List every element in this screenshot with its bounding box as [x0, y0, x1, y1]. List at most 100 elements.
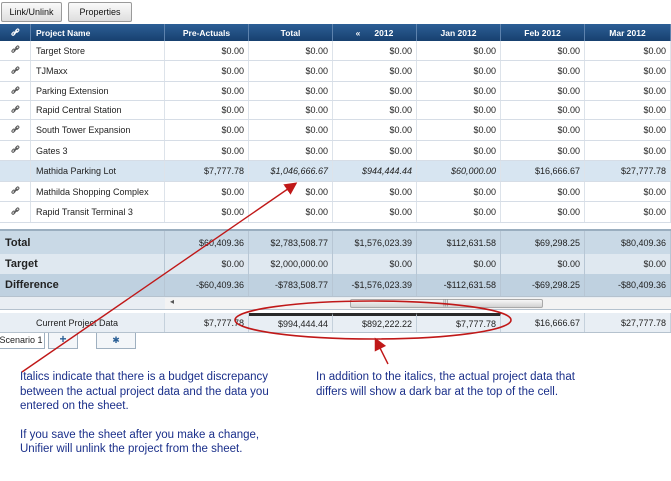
value-cell[interactable]: $0.00 — [585, 101, 671, 119]
value-cell[interactable]: $0.00 — [249, 202, 333, 222]
project-name-header[interactable]: Project Name — [31, 24, 165, 41]
project-name-cell[interactable]: South Tower Expansion — [31, 120, 165, 140]
table-row[interactable]: Rapid Transit Terminal 3 $0.00 $0.00 $0.00 $… — [0, 202, 671, 223]
value-cell[interactable]: $0.00 — [333, 120, 417, 140]
value-cell[interactable]: $0.00 — [249, 101, 333, 119]
scrollbar-thumb[interactable]: ||| — [350, 299, 543, 308]
link-icon[interactable] — [10, 124, 20, 136]
link-cell[interactable] — [0, 141, 31, 160]
value-cell[interactable]: $0.00 — [417, 202, 501, 222]
value-cell[interactable]: $0.00 — [501, 82, 585, 100]
link-icon[interactable] — [10, 104, 20, 116]
project-name-cell[interactable]: Gates 3 — [31, 141, 165, 160]
value-cell[interactable]: $0.00 — [417, 182, 501, 201]
value-cell[interactable]: $0.00 — [501, 41, 585, 60]
link-cell[interactable] — [0, 202, 31, 222]
link-cell[interactable] — [0, 41, 31, 60]
link-cell[interactable] — [0, 101, 31, 119]
table-row[interactable]: Parking Extension $0.00 $0.00 $0.00 $0.00 $0.… — [0, 82, 671, 101]
value-cell[interactable]: $0.00 — [249, 141, 333, 160]
horizontal-scrollbar[interactable]: ◂ ||| — [0, 296, 671, 310]
value-cell[interactable]: $0.00 — [165, 182, 249, 201]
value-cell[interactable]: $0.00 — [501, 202, 585, 222]
total-header[interactable]: Total — [249, 24, 333, 41]
value-cell[interactable]: $7,777.78 — [165, 161, 249, 181]
value-cell[interactable]: $1,046,666.67 — [249, 161, 333, 181]
link-cell[interactable] — [0, 61, 31, 81]
value-cell[interactable]: $0.00 — [165, 120, 249, 140]
value-cell[interactable]: $0.00 — [333, 101, 417, 119]
link-column-header[interactable] — [0, 24, 31, 41]
value-cell[interactable]: $0.00 — [165, 41, 249, 60]
link-cell[interactable] — [0, 161, 31, 181]
value-cell[interactable]: $16,666.67 — [501, 161, 585, 181]
table-row[interactable]: Target Store $0.00 $0.00 $0.00 $0.00 $0.00 $0.… — [0, 41, 671, 61]
project-name-cell[interactable]: Parking Extension — [31, 82, 165, 100]
value-cell[interactable]: $0.00 — [165, 82, 249, 100]
value-cell[interactable]: $0.00 — [165, 141, 249, 160]
link-icon[interactable] — [10, 45, 20, 56]
feb-2012-header[interactable]: Feb 2012 — [501, 24, 585, 41]
value-cell[interactable]: $0.00 — [585, 120, 671, 140]
mar-2012-header[interactable]: Mar 2012 — [585, 24, 671, 41]
value-cell[interactable]: $0.00 — [585, 61, 671, 81]
value-cell[interactable]: $0.00 — [249, 61, 333, 81]
link-icon[interactable] — [10, 186, 20, 197]
link-cell[interactable] — [0, 182, 31, 201]
table-row[interactable]: South Tower Expansion $0.00 $0.00 $0.00 $0.0… — [0, 120, 671, 141]
value-cell[interactable]: $0.00 — [585, 182, 671, 201]
value-cell[interactable]: $0.00 — [501, 61, 585, 81]
properties-button[interactable]: Properties — [68, 2, 132, 22]
value-cell[interactable]: $0.00 — [501, 182, 585, 201]
value-cell[interactable]: $0.00 — [333, 182, 417, 201]
value-cell[interactable]: $0.00 — [165, 101, 249, 119]
scroll-left-icon[interactable]: ◂ — [170, 297, 174, 306]
value-cell[interactable]: $0.00 — [585, 141, 671, 160]
pre-actuals-header[interactable]: Pre-Actuals — [165, 24, 249, 41]
project-name-cell[interactable]: Mathilda Shopping Complex — [31, 182, 165, 201]
value-cell[interactable]: $27,777.78 — [585, 161, 671, 181]
table-row[interactable]: Gates 3 $0.00 $0.00 $0.00 $0.00 $0.00 $0.00 — [0, 141, 671, 161]
project-name-cell[interactable]: TJMaxx — [31, 61, 165, 81]
project-name-cell[interactable]: Rapid Transit Terminal 3 — [31, 202, 165, 222]
project-name-cell[interactable]: Rapid Central Station — [31, 101, 165, 119]
value-cell[interactable]: $0.00 — [501, 120, 585, 140]
table-row[interactable]: Mathilda Shopping Complex $0.00 $0.00 $0.00… — [0, 182, 671, 202]
link-cell[interactable] — [0, 82, 31, 100]
value-cell[interactable]: $0.00 — [333, 202, 417, 222]
value-cell[interactable]: $0.00 — [333, 141, 417, 160]
value-cell[interactable]: $0.00 — [501, 141, 585, 160]
value-cell[interactable]: $0.00 — [585, 41, 671, 60]
value-cell[interactable]: $0.00 — [417, 41, 501, 60]
table-row[interactable]: Rapid Central Station $0.00 $0.00 $0.00 $0.0… — [0, 101, 671, 120]
value-cell[interactable]: $0.00 — [249, 182, 333, 201]
value-cell[interactable]: $0.00 — [417, 120, 501, 140]
value-cell[interactable]: $0.00 — [165, 61, 249, 81]
link-icon[interactable] — [10, 206, 20, 218]
jan-2012-header[interactable]: Jan 2012 — [417, 24, 501, 41]
value-cell[interactable]: $60,000.00 — [417, 161, 501, 181]
value-cell[interactable]: $0.00 — [585, 82, 671, 100]
value-cell[interactable]: $0.00 — [417, 61, 501, 81]
tab-scenario-1[interactable]: Scenario 1 — [0, 333, 45, 349]
value-cell[interactable]: $0.00 — [249, 82, 333, 100]
value-cell[interactable]: $0.00 — [249, 120, 333, 140]
link-icon[interactable] — [10, 65, 20, 77]
table-row[interactable]: TJMaxx $0.00 $0.00 $0.00 $0.00 $0.00 $0.00 — [0, 61, 671, 82]
project-name-cell[interactable]: Mathida Parking Lot — [31, 161, 165, 181]
gear-icon[interactable]: ✱ — [96, 333, 136, 349]
value-cell[interactable]: $0.00 — [165, 202, 249, 222]
value-cell[interactable]: $0.00 — [417, 101, 501, 119]
link-icon[interactable] — [10, 85, 20, 97]
value-cell[interactable]: $0.00 — [333, 61, 417, 81]
link-icon[interactable] — [10, 145, 20, 156]
value-cell[interactable]: $0.00 — [501, 101, 585, 119]
value-cell[interactable]: $0.00 — [417, 141, 501, 160]
link-unlink-button[interactable]: Link/Unlink — [1, 2, 62, 22]
year-2012-header[interactable]: « 2012 — [333, 24, 417, 41]
value-cell[interactable]: $944,444.44 — [333, 161, 417, 181]
value-cell[interactable]: $0.00 — [249, 41, 333, 60]
link-cell[interactable] — [0, 120, 31, 140]
value-cell[interactable]: $0.00 — [333, 82, 417, 100]
table-row[interactable]: Mathida Parking Lot $7,777.78 $1,046,666.6… — [0, 161, 671, 182]
